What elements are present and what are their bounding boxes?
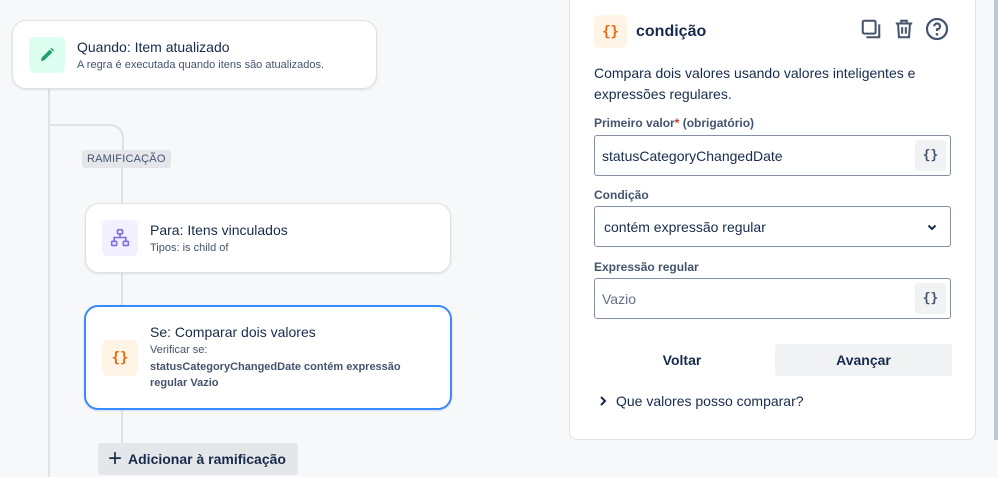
regex-placeholder: Vazio [602,290,636,307]
braces-icon: {} [594,15,627,48]
trigger-icon-box [29,36,65,73]
scrollbar[interactable] [994,0,998,440]
help-expander[interactable]: Que valores posso comparar? [598,393,804,409]
trigger-title: Quando: Item atualizado [77,38,230,55]
for-title: Para: Itens vinculados [150,222,288,238]
help-expander-label: Que valores posso comparar? [616,393,804,409]
chevron-down-icon [927,224,937,231]
condition-select[interactable]: contém expressão regular [594,206,951,247]
for-subtitle: Tipos: is child of [150,242,229,254]
condition-panel: {} condição Compara dois valores usando [569,0,976,440]
connector-branch-curve [50,124,124,150]
regex-label: Expressão regular [594,260,699,274]
branch-tag: RAMIFICAÇÃO [82,150,171,168]
panel-description: Compara dois valores usando valores inte… [594,65,916,102]
panel-header: {} condição [594,15,706,48]
add-to-branch-button[interactable]: + Adicionar à ramificação [98,443,298,475]
first-value-label: Primeiro valor* (obrigatório) [594,116,754,130]
pencil-icon [41,47,55,61]
if-check-label: Verificar se: [150,344,208,356]
trigger-card[interactable]: Quando: Item atualizado A regra é execut… [12,20,377,89]
connector-branch [121,168,123,204]
regex-input[interactable]: Vazio {} [594,278,951,319]
connector-for-if [121,272,123,306]
if-icon-box: {} [102,339,138,376]
if-title: Se: Comparar dois valores [150,324,316,340]
first-value-label-text: Primeiro valor [594,116,675,130]
first-value-text: statusCategoryChangedDate [602,147,783,164]
smart-value-button[interactable]: {} [915,283,946,314]
chevron-right-icon [600,396,607,406]
add-to-branch-label: Adicionar à ramificação [128,451,286,467]
panel-title: condição [636,22,707,40]
condition-selected: contém expressão regular [604,218,766,235]
first-value-input[interactable]: statusCategoryChangedDate {} [594,135,951,176]
next-button[interactable]: Avançar [775,344,952,376]
if-check-detail: statusCategoryChangedDate contém express… [150,361,401,389]
help-icon[interactable] [925,17,949,41]
smart-value-button[interactable]: {} [915,140,946,171]
if-card[interactable]: {} Se: Comparar dois valores Verificar s… [84,305,452,410]
back-button[interactable]: Voltar [594,344,770,376]
required-note: (obrigatório) [682,116,755,130]
connector-if-add [121,409,123,443]
braces-icon: {} [111,349,129,366]
for-icon-box [102,220,138,256]
rule-canvas: Quando: Item atualizado A regra é execut… [0,0,560,477]
for-card[interactable]: Para: Itens vinculados Tipos: is child o… [85,203,451,273]
trash-icon[interactable] [892,17,916,41]
required-mark: * [674,116,680,130]
hierarchy-icon [110,228,130,247]
duplicate-icon[interactable] [859,17,883,41]
condition-label: Condição [594,188,649,202]
plus-icon: + [108,445,123,472]
trigger-subtitle: A regra é executada quando itens são atu… [77,58,325,71]
panel-actions [859,17,949,41]
